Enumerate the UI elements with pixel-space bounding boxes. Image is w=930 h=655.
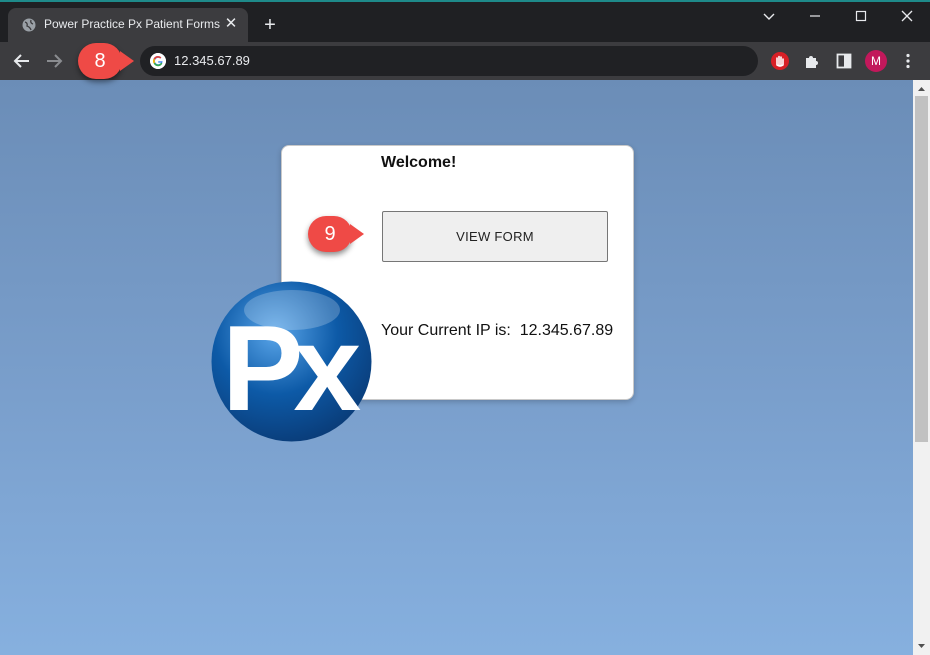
welcome-heading: Welcome! bbox=[381, 154, 457, 171]
step-9-pointer bbox=[350, 224, 364, 244]
tab-close-icon[interactable]: ✕ bbox=[222, 15, 240, 33]
browser-tab[interactable]: Power Practice Px Patient Forms ✕ bbox=[8, 8, 248, 42]
tab-search-chevron-icon[interactable] bbox=[754, 6, 784, 26]
step-8-badge: 8 bbox=[78, 43, 122, 79]
ip-label: Your Current IP is: bbox=[381, 322, 511, 339]
close-window-icon[interactable] bbox=[892, 6, 922, 26]
view-form-button[interactable]: VIEW FORM bbox=[382, 211, 608, 262]
google-g-icon bbox=[150, 53, 166, 69]
forward-arrow-icon[interactable] bbox=[44, 51, 64, 71]
profile-avatar[interactable]: M bbox=[865, 50, 887, 72]
url-text[interactable]: 12.345.67.89 bbox=[174, 53, 250, 68]
px-logo: Px bbox=[211, 281, 372, 442]
extension-hand-icon[interactable] bbox=[769, 50, 791, 72]
back-arrow-icon[interactable] bbox=[12, 51, 32, 71]
menu-kebab-icon[interactable] bbox=[897, 50, 919, 72]
current-ip-line: Your Current IP is: 12.345.67.89 bbox=[381, 322, 613, 340]
logo-lettering: Px bbox=[222, 300, 360, 436]
scroll-up-arrow-icon[interactable] bbox=[915, 84, 928, 94]
side-panel-icon[interactable] bbox=[833, 50, 855, 72]
scroll-down-arrow-icon[interactable] bbox=[915, 641, 928, 651]
step-9-badge: 9 bbox=[308, 216, 352, 252]
scrollbar-thumb[interactable] bbox=[915, 96, 928, 442]
globe-icon bbox=[22, 18, 36, 32]
extensions-puzzle-icon[interactable] bbox=[801, 50, 823, 72]
new-tab-button[interactable]: + bbox=[260, 15, 280, 35]
tab-title: Power Practice Px Patient Forms bbox=[44, 17, 221, 31]
ip-value: 12.345.67.89 bbox=[519, 322, 614, 339]
step-8-pointer bbox=[120, 51, 134, 71]
maximize-icon[interactable] bbox=[846, 6, 876, 26]
minimize-icon[interactable] bbox=[800, 6, 830, 26]
